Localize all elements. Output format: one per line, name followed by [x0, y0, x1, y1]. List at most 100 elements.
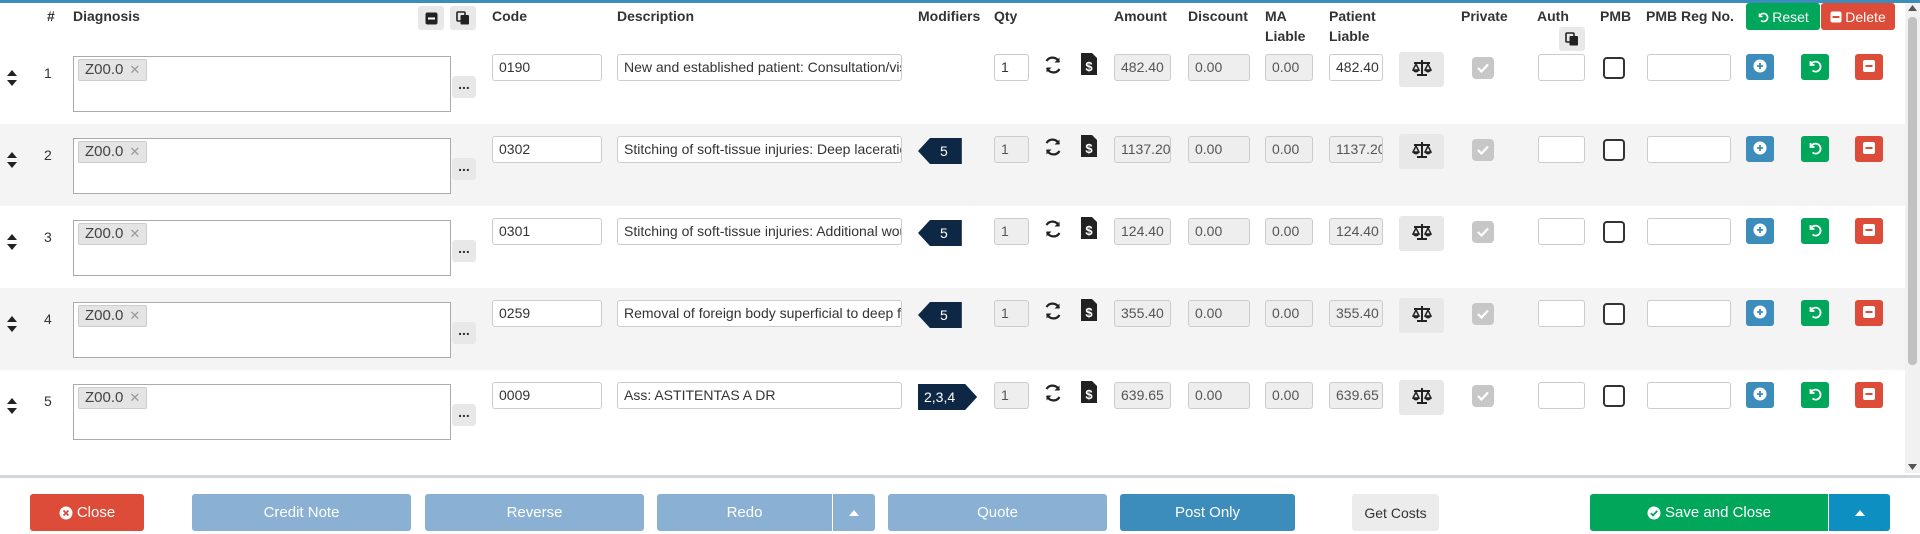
private-checkbox[interactable] — [1472, 303, 1494, 325]
diagnosis-select[interactable]: Z00.0 ✕ — [73, 56, 451, 112]
diagnosis-more-button[interactable]: ... — [452, 322, 476, 344]
qty-input[interactable]: 1 — [994, 218, 1029, 245]
private-checkbox[interactable] — [1472, 57, 1494, 79]
diagnosis-select[interactable]: Z00.0 ✕ — [73, 220, 451, 276]
add-line-button[interactable] — [1746, 218, 1774, 244]
qty-input[interactable]: 1 — [994, 54, 1029, 81]
recalculate-button[interactable] — [1041, 216, 1065, 244]
save-dropdown-button[interactable] — [1829, 494, 1890, 531]
redo-dropdown-button[interactable] — [833, 494, 875, 531]
description-input[interactable]: New and established patient: Consultatio… — [617, 54, 902, 81]
drag-sort-handle[interactable] — [6, 315, 18, 333]
vertical-scrollbar[interactable] — [1905, 3, 1920, 473]
pmb-checkbox[interactable] — [1603, 57, 1625, 79]
modifiers-tag[interactable]: 2,3,4 — [918, 384, 977, 410]
tariff-info-button[interactable]: $ — [1076, 378, 1102, 408]
collapse-all-button[interactable] — [418, 6, 444, 30]
code-input[interactable]: 0301 — [492, 218, 602, 245]
diagnosis-select[interactable]: Z00.0 ✕ — [73, 384, 451, 440]
tariff-info-button[interactable]: $ — [1076, 132, 1102, 162]
copy-diagnosis-button[interactable] — [450, 6, 476, 30]
recalculate-button[interactable] — [1041, 134, 1065, 162]
delete-all-button[interactable]: Delete — [1821, 3, 1895, 30]
add-line-button[interactable] — [1746, 382, 1774, 408]
description-input[interactable]: Ass: ASTITENTAS A DR — [617, 382, 902, 409]
drag-sort-handle[interactable] — [6, 233, 18, 251]
qty-input[interactable]: 1 — [994, 382, 1029, 409]
drag-sort-handle[interactable] — [6, 397, 18, 415]
description-input[interactable]: Removal of foreign body superficial to d… — [617, 300, 902, 327]
drag-sort-handle[interactable] — [6, 151, 18, 169]
modifiers-tag[interactable]: 5 — [918, 220, 962, 246]
reverse-button[interactable]: Reverse — [425, 494, 644, 531]
close-button[interactable]: Close — [30, 494, 144, 531]
diagnosis-more-button[interactable]: ... — [452, 158, 476, 180]
code-input[interactable]: 0259 — [492, 300, 602, 327]
auth-input[interactable] — [1538, 218, 1585, 245]
reset-line-button[interactable] — [1801, 382, 1829, 408]
tariff-info-button[interactable]: $ — [1076, 214, 1102, 244]
reset-line-button[interactable] — [1801, 300, 1829, 326]
patient-liable-field[interactable]: 355.40 — [1329, 300, 1383, 327]
code-input[interactable]: 0302 — [492, 136, 602, 163]
diagnosis-select[interactable]: Z00.0 ✕ — [73, 138, 451, 194]
pmb-reg-input[interactable] — [1647, 300, 1731, 327]
pmb-checkbox[interactable] — [1603, 221, 1625, 243]
auth-input[interactable] — [1538, 54, 1585, 81]
split-liability-button[interactable] — [1399, 52, 1444, 87]
split-liability-button[interactable] — [1399, 298, 1444, 333]
diagnosis-more-button[interactable]: ... — [452, 240, 476, 262]
add-line-button[interactable] — [1746, 300, 1774, 326]
tariff-info-button[interactable]: $ — [1076, 296, 1102, 326]
description-input[interactable]: Stitching of soft-tissue injuries: Deep … — [617, 136, 902, 163]
pmb-reg-input[interactable] — [1647, 218, 1731, 245]
split-liability-button[interactable] — [1399, 134, 1444, 169]
qty-input[interactable]: 1 — [994, 136, 1029, 163]
quote-button[interactable]: Quote — [888, 494, 1107, 531]
private-checkbox[interactable] — [1472, 385, 1494, 407]
recalculate-button[interactable] — [1041, 52, 1065, 80]
credit-note-button[interactable]: Credit Note — [192, 494, 411, 531]
delete-line-button[interactable] — [1855, 382, 1883, 408]
pmb-checkbox[interactable] — [1603, 139, 1625, 161]
diagnosis-more-button[interactable]: ... — [452, 404, 476, 426]
auth-input[interactable] — [1538, 382, 1585, 409]
remove-chip-icon[interactable]: ✕ — [129, 60, 140, 80]
scrollbar-thumb[interactable] — [1908, 17, 1917, 365]
pmb-checkbox[interactable] — [1603, 385, 1625, 407]
code-input[interactable]: 0009 — [492, 382, 602, 409]
auth-input[interactable] — [1538, 136, 1585, 163]
reset-line-button[interactable] — [1801, 54, 1829, 80]
patient-liable-field[interactable]: 124.40 — [1329, 218, 1383, 245]
remove-chip-icon[interactable]: ✕ — [129, 224, 140, 244]
auth-input[interactable] — [1538, 300, 1585, 327]
delete-line-button[interactable] — [1855, 218, 1883, 244]
get-costs-button[interactable]: Get Costs — [1352, 494, 1439, 531]
patient-liable-field[interactable]: 482.40 — [1329, 54, 1383, 81]
add-line-button[interactable] — [1746, 54, 1774, 80]
pmb-reg-input[interactable] — [1647, 382, 1731, 409]
code-input[interactable]: 0190 — [492, 54, 602, 81]
pmb-reg-input[interactable] — [1647, 136, 1731, 163]
recalculate-button[interactable] — [1041, 298, 1065, 326]
delete-line-button[interactable] — [1855, 300, 1883, 326]
delete-line-button[interactable] — [1855, 136, 1883, 162]
modifiers-tag[interactable]: 5 — [918, 302, 962, 328]
diagnosis-more-button[interactable]: ... — [452, 76, 476, 98]
scroll-up-arrow-icon[interactable] — [1908, 4, 1917, 12]
split-liability-button[interactable] — [1399, 380, 1444, 415]
add-line-button[interactable] — [1746, 136, 1774, 162]
drag-sort-handle[interactable] — [6, 69, 18, 87]
pmb-checkbox[interactable] — [1603, 303, 1625, 325]
reset-line-button[interactable] — [1801, 218, 1829, 244]
patient-liable-field[interactable]: 1137.20 — [1329, 136, 1383, 163]
tariff-info-button[interactable]: $ — [1076, 50, 1102, 80]
private-checkbox[interactable] — [1472, 139, 1494, 161]
split-liability-button[interactable] — [1399, 216, 1444, 251]
scroll-down-arrow-icon[interactable] — [1908, 463, 1917, 471]
patient-liable-field[interactable]: 639.65 — [1329, 382, 1383, 409]
private-checkbox[interactable] — [1472, 221, 1494, 243]
remove-chip-icon[interactable]: ✕ — [129, 388, 140, 408]
delete-line-button[interactable] — [1855, 54, 1883, 80]
reset-line-button[interactable] — [1801, 136, 1829, 162]
